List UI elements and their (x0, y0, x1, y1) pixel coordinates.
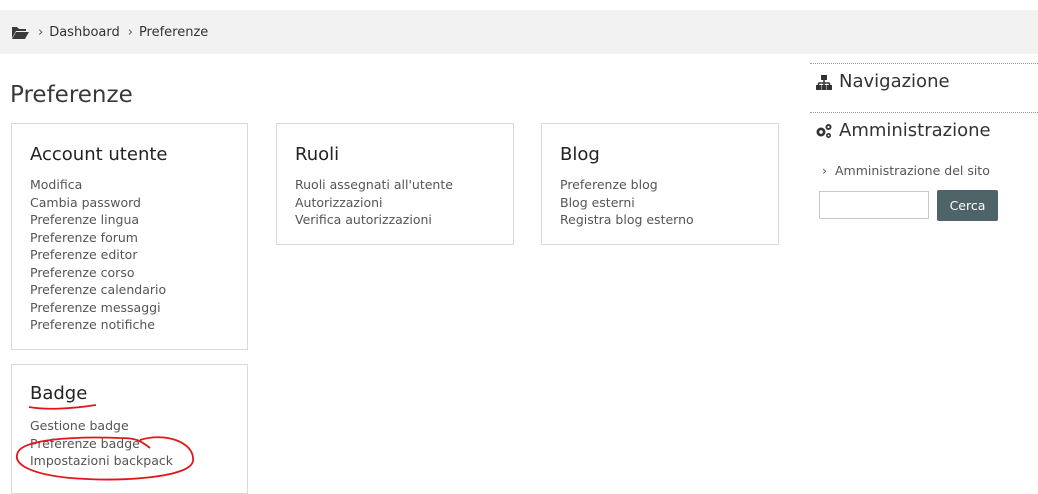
link-preferenze-editor[interactable]: Preferenze editor (30, 246, 166, 264)
card-title: Account utente (30, 144, 168, 165)
block-divider (810, 112, 1038, 113)
link-cambia-password[interactable]: Cambia password (30, 194, 166, 212)
link-registra-blog-esterno[interactable]: Registra blog esterno (560, 211, 694, 229)
admin-site-link[interactable]: › Amministrazione del sito (822, 163, 990, 178)
chevron-right-icon: › (822, 163, 827, 178)
breadcrumb: › Dashboard › Preferenze (0, 10, 1038, 54)
search-input[interactable] (819, 191, 929, 219)
link-modifica[interactable]: Modifica (30, 176, 166, 194)
link-preferenze-notifiche[interactable]: Preferenze notifiche (30, 316, 166, 334)
navigation-title: Navigazione (839, 71, 950, 92)
chevron-right-icon: › (38, 24, 44, 40)
gears-icon (815, 122, 833, 140)
card-badge: Badge Gestione badge Preferenze badge Im… (11, 364, 248, 494)
link-preferenze-messaggi[interactable]: Preferenze messaggi (30, 299, 166, 317)
card-title: Badge (30, 383, 88, 404)
admin-site-label: Amministrazione del sito (835, 163, 990, 178)
card-blog: Blog Preferenze blog Blog esterni Regist… (541, 123, 779, 245)
link-preferenze-calendario[interactable]: Preferenze calendario (30, 281, 166, 299)
breadcrumb-item-preferenze: Preferenze (138, 24, 209, 40)
link-preferenze-lingua[interactable]: Preferenze lingua (30, 211, 166, 229)
link-preferenze-blog[interactable]: Preferenze blog (560, 176, 694, 194)
link-preferenze-corso[interactable]: Preferenze corso (30, 264, 166, 282)
link-preferenze-forum[interactable]: Preferenze forum (30, 229, 166, 247)
link-verifica-autorizzazioni[interactable]: Verifica autorizzazioni (295, 211, 453, 229)
block-divider (810, 63, 1038, 64)
folder-open-icon[interactable] (11, 25, 30, 39)
card-title: Ruoli (295, 144, 340, 165)
link-gestione-badge[interactable]: Gestione badge (30, 417, 173, 435)
chevron-right-icon: › (127, 24, 133, 40)
card-ruoli: Ruoli Ruoli assegnati all'utente Autoriz… (276, 123, 514, 245)
link-preferenze-badge[interactable]: Preferenze badge (30, 435, 173, 453)
search-button[interactable]: Cerca (937, 190, 998, 221)
breadcrumb-item-dashboard[interactable]: Dashboard (49, 25, 120, 40)
card-account-utente: Account utente Modifica Cambia password … (11, 123, 248, 350)
link-ruoli-assegnati[interactable]: Ruoli assegnati all'utente (295, 176, 453, 194)
page-title: Preferenze (10, 82, 133, 108)
link-autorizzazioni[interactable]: Autorizzazioni (295, 194, 453, 212)
admin-title: Amministrazione (839, 120, 991, 141)
navigation-block-title[interactable]: Navigazione (815, 71, 950, 92)
link-impostazioni-backpack[interactable]: Impostazioni backpack (30, 452, 173, 470)
card-title: Blog (560, 144, 600, 165)
sitemap-icon (815, 73, 833, 91)
link-blog-esterni[interactable]: Blog esterni (560, 194, 694, 212)
admin-block-title[interactable]: Amministrazione (815, 120, 991, 141)
